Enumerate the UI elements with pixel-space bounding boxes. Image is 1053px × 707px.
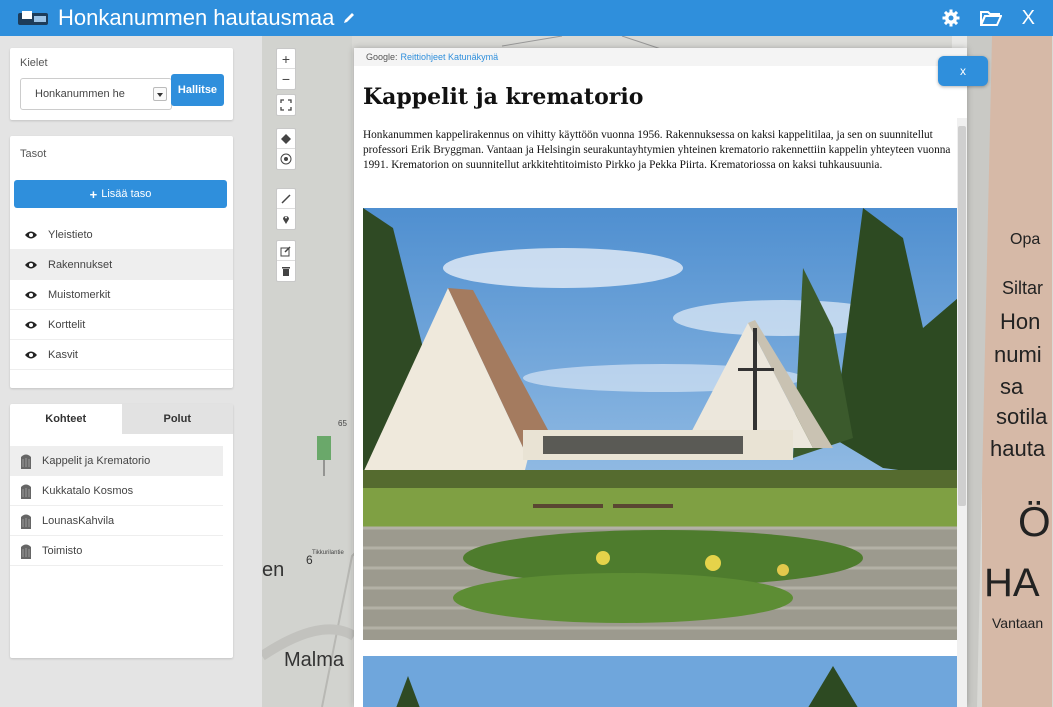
location-tools [276,128,296,170]
plus-icon: + [89,186,98,202]
tombstone-icon [21,544,31,559]
language-select-value: Honkanummen he [35,88,125,100]
add-layer-label: Lisää taso [101,188,152,200]
popup-title: Kappelit ja krematorio [363,84,644,110]
tombstone-icon [21,484,31,499]
map-label: numi [994,342,1042,367]
close-app-button[interactable]: X [1022,8,1035,28]
app-logo [18,9,48,27]
layer-label: Korttelit [48,318,86,331]
layer-label: Rakennukset [48,258,113,271]
app-header: Honkanummen hautausmaa X [0,0,1053,36]
layer-item[interactable]: Kasvit [10,340,233,370]
tab-kohteet[interactable]: Kohteet [10,404,122,434]
target-item[interactable]: Kukkatalo Kosmos [10,476,223,506]
popup-description: Honkanummen kappelirakennus on vihitty k… [363,129,951,171]
target-item[interactable]: LounasKahvila [10,506,223,536]
popup-close-button[interactable]: x [938,56,988,86]
target-list: Kappelit ja Krematorio Kukkatalo Kosmos … [10,434,233,566]
second-photo [363,656,958,707]
target-label: Toimisto [42,544,83,557]
info-popup: Google: Reittiohjeet Katunäkymä Kappelit… [354,48,967,707]
map-label: HA [984,561,1040,605]
map-label: Hon [1000,309,1040,334]
map-label: hauta [990,436,1046,461]
layer-item[interactable]: Muistomerkit [10,280,233,310]
tab-polut[interactable]: Polut [121,404,233,434]
map-label: Ö [1018,498,1051,545]
target-label: LounasKahvila [42,514,115,527]
map-label: sa [1000,374,1024,399]
eye-icon[interactable] [24,320,38,330]
tombstone-icon [21,454,31,469]
scrollbar-thumb[interactable] [958,126,966,506]
map-label: Vantaan [992,615,1043,631]
zoom-out-button[interactable]: − [277,69,295,89]
add-layer-button[interactable]: + Lisää taso [14,180,227,208]
language-label: Kielet [20,57,48,69]
google-bar: Google: Reittiohjeet Katunäkymä [354,48,967,66]
eye-icon[interactable] [24,350,38,360]
map-label: en [262,559,284,581]
target-item[interactable]: Kappelit ja Krematorio [10,446,223,476]
layer-label: Yleistieto [48,228,93,241]
navigate-icon[interactable] [277,129,295,149]
extent-tool [276,94,296,116]
chevron-down-icon[interactable] [153,87,167,101]
gear-icon[interactable] [942,9,960,27]
manage-button[interactable]: Hallitse [171,74,224,106]
map-label: sotila [996,404,1048,429]
eye-icon[interactable] [24,230,38,240]
folder-open-icon[interactable] [979,10,1002,26]
layer-item[interactable]: Rakennukset [10,250,233,280]
edit-icon[interactable] [277,241,295,261]
zoom-in-button[interactable]: + [277,49,295,69]
target-label: Kukkatalo Kosmos [42,484,134,497]
left-panel: Kielet Honkanummen he Hallitse Tasot + L… [0,36,262,707]
trash-icon[interactable] [277,261,295,281]
layer-label: Kasvit [48,348,78,361]
fullscreen-icon[interactable] [277,95,295,115]
marker-icon[interactable] [277,209,295,229]
targets-tabs: Kohteet Polut [10,404,233,434]
target-item[interactable]: Toimisto [10,536,223,566]
language-card: Kielet Honkanummen he Hallitse [10,48,233,120]
map-label: 65 [338,419,347,428]
layer-list: Yleistieto Rakennukset Muistomerkit Kort… [10,220,233,370]
google-links[interactable]: Reittiohjeet Katunäkymä [401,52,499,62]
eye-icon[interactable] [24,290,38,300]
tombstone-icon [21,514,31,529]
map-label: Siltar [1002,278,1043,298]
map-label: Opa [1010,231,1040,248]
draw-tools [276,188,296,230]
google-prefix: Google: [366,52,398,62]
eye-icon[interactable] [24,260,38,270]
map-label: Malma [284,649,345,671]
targets-card: Kohteet Polut Kappelit ja Krematorio Kuk… [10,404,233,658]
target-icon[interactable] [277,149,295,169]
draw-line-icon[interactable] [277,189,295,209]
pencil-icon[interactable] [342,11,356,25]
zoom-controls: + − [276,48,296,90]
edit-tools [276,240,296,282]
chapel-photo [363,208,958,640]
target-label: Kappelit ja Krematorio [42,454,151,467]
map-label: Tikkurilantie [312,550,344,556]
layer-item[interactable]: Yleistieto [10,220,233,250]
layers-label: Tasot [20,148,47,160]
layer-label: Muistomerkit [48,288,111,301]
language-select[interactable]: Honkanummen he [20,78,172,110]
app-title: Honkanummen hautausmaa [58,5,335,30]
popup-scrollbar[interactable] [957,118,967,707]
layer-item[interactable]: Korttelit [10,310,233,340]
layers-card: Tasot + Lisää taso Yleistieto Rakennukse… [10,136,233,388]
